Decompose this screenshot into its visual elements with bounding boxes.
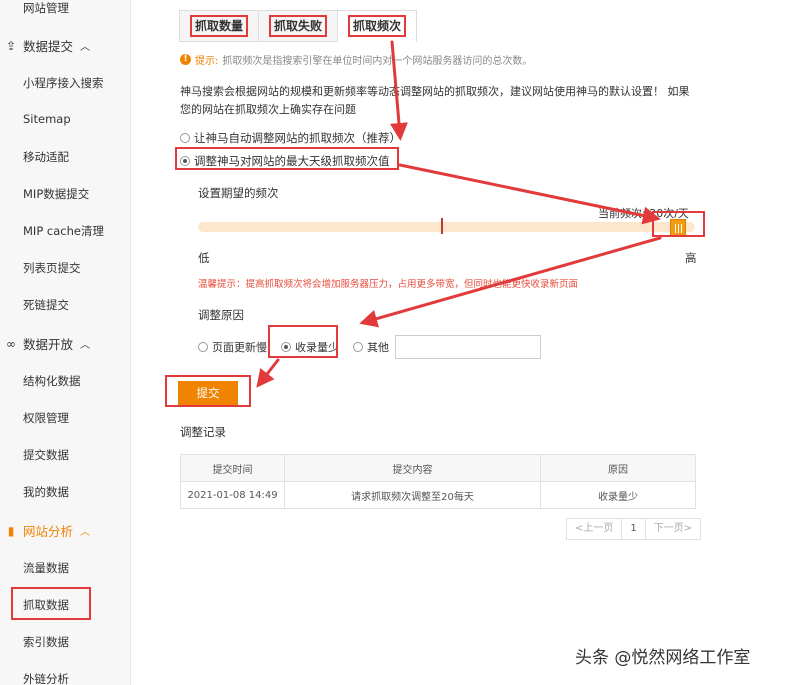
- highlight-box: [175, 147, 399, 170]
- radio-icon: [353, 342, 363, 352]
- sidebar-item-miniprogram[interactable]: 小程序接入搜索: [23, 75, 104, 91]
- sidebar-item-backlinks[interactable]: 外链分析: [23, 671, 69, 685]
- highlight-box: [11, 587, 91, 620]
- reason-options: 页面更新慢 收录量少 其他: [198, 335, 541, 359]
- slider-default-mark: [441, 218, 443, 234]
- sidebar-item-index-data[interactable]: 索引数据: [23, 634, 69, 650]
- table-cell: 请求抓取频次调整至20每天: [284, 481, 541, 509]
- reason-label: 调整原因: [198, 308, 244, 322]
- arrow: [256, 358, 280, 388]
- upload-icon: ⇪: [5, 38, 17, 53]
- highlight-box: [165, 375, 251, 407]
- record-table: 提交时间 提交内容 原因 2021-01-08 14:49 请求抓取频次调整至2…: [180, 454, 696, 509]
- sidebar-item-traffic-data[interactable]: 流量数据: [23, 560, 69, 576]
- chevron-up-icon: ︿: [80, 340, 91, 351]
- table-header: 提交内容: [284, 454, 541, 482]
- record-title: 调整记录: [180, 425, 226, 439]
- sidebar: 网站管理 ⇪ 数据提交 ︿ 小程序接入搜索 Sitemap 移动适配 MIP数据…: [0, 0, 131, 685]
- prev-page-button[interactable]: <上一页: [566, 518, 623, 540]
- sidebar-item-site-management[interactable]: 网站管理: [23, 0, 69, 16]
- sidebar-group-data-open[interactable]: ∞ 数据开放 ︿: [4, 334, 90, 353]
- next-page-button[interactable]: 下一页>: [644, 518, 702, 540]
- chevron-up-icon: ︿: [80, 42, 91, 53]
- tip: ! 提示: 抓取频次是指搜索引擎在单位时间内对一个网站服务器访问的总次数。: [180, 52, 532, 67]
- page-number[interactable]: 1: [621, 518, 646, 540]
- sidebar-group-site-analysis[interactable]: ▮ 网站分析 ︿: [4, 521, 90, 540]
- tab-bar: 抓取数量 抓取失败 抓取频次: [179, 10, 418, 42]
- reason-slow-update[interactable]: 页面更新慢: [198, 339, 267, 355]
- sidebar-item-submit-data[interactable]: 提交数据: [23, 447, 69, 463]
- slider-low-label: 低: [198, 251, 210, 265]
- sidebar-item-structured-data[interactable]: 结构化数据: [23, 373, 81, 389]
- sidebar-item-list-page[interactable]: 列表页提交: [23, 260, 81, 276]
- frequency-slider-track[interactable]: [198, 222, 695, 232]
- radio-auto[interactable]: 让神马自动调整网站的抓取频次（推荐）: [180, 130, 401, 146]
- other-reason-input[interactable]: [395, 335, 541, 359]
- chevron-up-icon: ︿: [80, 527, 91, 538]
- freq-label: 设置期望的频次: [198, 186, 279, 200]
- sidebar-item-my-data[interactable]: 我的数据: [23, 484, 69, 500]
- tab-crawl-frequency[interactable]: 抓取频次: [337, 10, 418, 42]
- radio-icon: [180, 133, 190, 143]
- tab-crawl-count[interactable]: 抓取数量: [179, 10, 260, 42]
- tab-crawl-fail[interactable]: 抓取失败: [258, 10, 339, 42]
- highlight-box: [268, 325, 338, 358]
- slider-high-label: 高: [685, 251, 697, 265]
- page: 网站管理 ⇪ 数据提交 ︿ 小程序接入搜索 Sitemap 移动适配 MIP数据…: [0, 0, 800, 685]
- bar-chart-icon: ▮: [7, 523, 15, 538]
- table-header: 原因: [540, 454, 696, 482]
- table-header: 提交时间: [180, 454, 285, 482]
- pagination: <上一页 1 下一页>: [566, 518, 702, 540]
- table-cell: 收录量少: [540, 481, 696, 509]
- highlight-box: [652, 211, 705, 237]
- link-icon: ∞: [6, 336, 16, 351]
- table-header-row: 提交时间 提交内容 原因: [180, 454, 696, 482]
- radio-icon: [198, 342, 208, 352]
- sidebar-group-data-submit[interactable]: ⇪ 数据提交 ︿: [4, 36, 90, 55]
- sidebar-item-sitemap[interactable]: Sitemap: [23, 112, 71, 126]
- sidebar-item-mip-submit[interactable]: MIP数据提交: [23, 186, 89, 202]
- warning-text: 温馨提示：提高抓取频次将会增加服务器压力，占用更多带宽，但同时也能更快收录新页面: [198, 279, 579, 290]
- table-row: 2021-01-08 14:49 请求抓取频次调整至20每天 收录量少: [180, 481, 696, 509]
- sidebar-item-mip-cache[interactable]: MIP cache清理: [23, 223, 104, 239]
- watermark: 头条 @悦然网络工作室: [575, 648, 751, 668]
- sidebar-item-mobile-adapt[interactable]: 移动适配: [23, 149, 69, 165]
- warning-icon: !: [180, 54, 191, 65]
- sidebar-item-dead-link[interactable]: 死链提交: [23, 297, 69, 313]
- description: 神马搜索会根据网站的规模和更新频率等动态调整网站的抓取频次，建议网站使用神马的默…: [180, 85, 690, 116]
- sidebar-item-permissions[interactable]: 权限管理: [23, 410, 69, 426]
- table-cell: 2021-01-08 14:49: [180, 481, 285, 509]
- reason-other[interactable]: 其他: [353, 339, 389, 355]
